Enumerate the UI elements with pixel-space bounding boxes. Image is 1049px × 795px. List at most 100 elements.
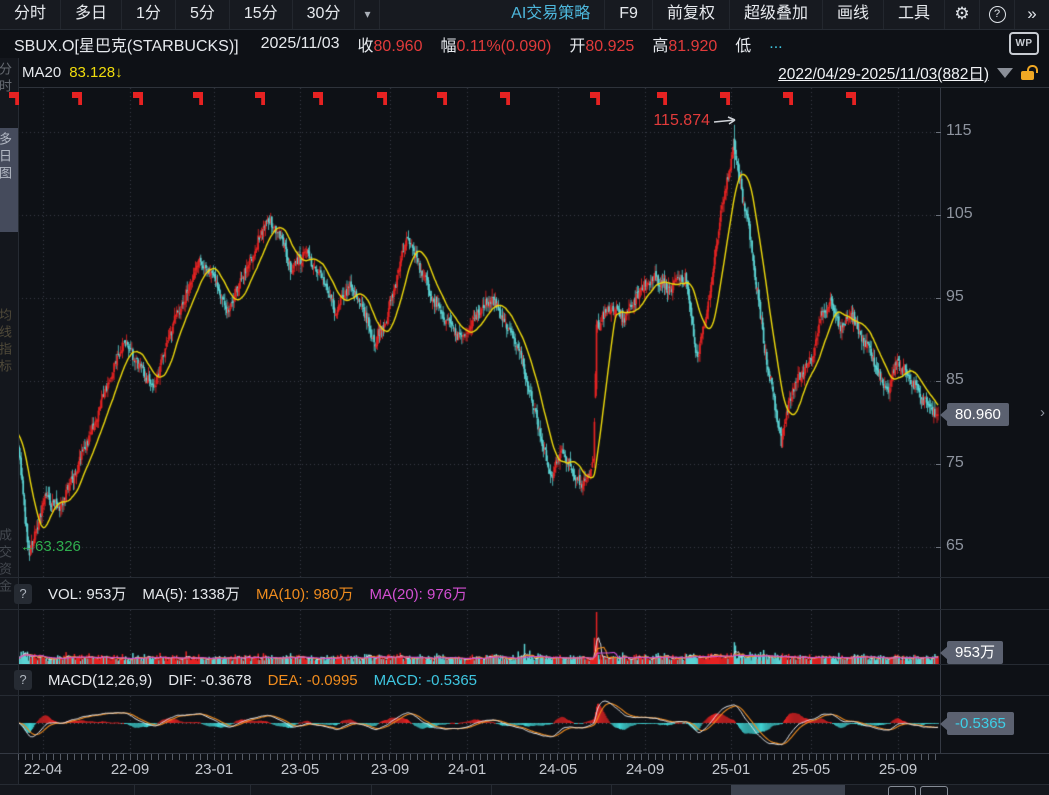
low-annotation: ←63.326 — [20, 538, 81, 555]
toolbar-item-5分[interactable]: 5分 — [176, 0, 230, 29]
macd-dea: DEA: -0.0995 — [268, 672, 358, 689]
price-tick-mark — [936, 381, 941, 382]
divider — [0, 664, 1049, 665]
macd-dif: DIF: -0.3678 — [168, 672, 251, 689]
symbol-name[interactable]: SBUX.O[星巴克(STARBUCKS)] — [14, 32, 239, 56]
top-toolbar: 分时多日1分5分15分30分 ▾ AI交易策略F9前复权超级叠加画线工具 ⚙ ?… — [0, 0, 1049, 30]
price-tick-label: 65 — [946, 537, 964, 555]
macd-label: MACD(12,26,9) — [48, 672, 152, 689]
toolbar-item-15分[interactable]: 15分 — [230, 0, 293, 29]
x-axis-label: 23-05 — [281, 761, 319, 778]
toolbar-item-1分[interactable]: 1分 — [122, 0, 176, 29]
scrollbar-segment-border — [250, 785, 251, 795]
collapse-right-chevron[interactable]: › — [1040, 404, 1045, 421]
scrollbar-segment-border — [371, 785, 372, 795]
trading-app-window: 分时多日1分5分15分30分 ▾ AI交易策略F9前复权超级叠加画线工具 ⚙ ?… — [0, 0, 1049, 795]
date-range-selector[interactable]: 2022/04/29-2025/11/03(882日) — [778, 62, 989, 84]
volume-header: ? VOL: 953万 MA(5): 1338万 MA(10): 980万 MA… — [0, 579, 1049, 608]
change-label: 幅 — [440, 38, 456, 55]
scrollbar-zoom-out-button[interactable] — [888, 786, 916, 795]
volume-ma20: MA(20): 976万 — [369, 583, 467, 604]
toolbar-item-分时[interactable]: 分时 — [0, 0, 61, 29]
price-tick-label: 115 — [946, 122, 972, 140]
divider — [0, 609, 1049, 610]
more-button[interactable]: » — [1015, 0, 1049, 29]
toolbar-item-工具[interactable]: 工具 — [884, 0, 945, 29]
price-tick-label: 85 — [946, 371, 964, 389]
x-axis-label: 25-09 — [879, 761, 917, 778]
price-tick-mark — [936, 132, 941, 133]
divider — [0, 695, 1049, 696]
macd-chart-canvas[interactable] — [18, 696, 940, 753]
last-price-badge: 80.960 — [947, 403, 1009, 426]
left-strip-glyphs: 多日图 — [0, 132, 14, 183]
x-axis-label: 24-05 — [539, 761, 577, 778]
price-tick-mark — [936, 215, 941, 216]
macd-help-button[interactable]: ? — [14, 670, 32, 690]
toolbar-item-画线[interactable]: 画线 — [823, 0, 884, 29]
x-axis-ticks — [18, 754, 940, 760]
indicator-bar: MA20 83.128↓ 2022/04/29-2025/11/03(882日) — [0, 58, 1049, 88]
scrollbar-segment-border — [134, 785, 135, 795]
high-label: 高 — [652, 38, 668, 55]
low-label: 低 — [735, 32, 751, 56]
high-annotation: 115.874 — [560, 112, 710, 130]
toolbar-item-超级叠加[interactable]: 超级叠加 — [730, 0, 823, 29]
quote-date: 2025/11/03 — [261, 35, 340, 53]
candlestick-chart-canvas[interactable] — [18, 88, 940, 577]
unlock-icon[interactable] — [1021, 65, 1035, 80]
help-button[interactable]: ? — [980, 0, 1015, 29]
macd-header: ? MACD(12,26,9) DIF: -0.3678 DEA: -0.099… — [0, 666, 1049, 694]
toolbar-item-AI交易策略[interactable]: AI交易策略 — [497, 0, 605, 29]
scrollbar-segment-border — [611, 785, 612, 795]
toolbar-spacer — [380, 0, 497, 29]
volume-help-button[interactable]: ? — [14, 584, 32, 604]
settings-button[interactable]: ⚙ — [945, 0, 980, 29]
x-axis-label: 25-01 — [712, 761, 750, 778]
price-tick-mark — [936, 298, 941, 299]
x-axis-label: 24-01 — [448, 761, 486, 778]
toolbar-item-30分[interactable]: 30分 — [293, 0, 356, 29]
left-strip-glyphs: 均线指标 — [0, 308, 14, 376]
x-axis-label: 22-09 — [111, 761, 149, 778]
scrollbar-thumb[interactable] — [731, 785, 845, 795]
high-value: 81.920 — [668, 38, 717, 55]
double-chevron-icon: » — [1027, 4, 1036, 23]
price-tick-label: 75 — [946, 454, 964, 472]
x-axis-label: 24-09 — [626, 761, 664, 778]
open-value: 80.925 — [585, 38, 634, 55]
volume-value: VOL: 953万 — [48, 583, 126, 604]
x-axis-label: 22-04 — [24, 761, 62, 778]
close-value: 80.960 — [374, 38, 423, 55]
toolbar-item-多日[interactable]: 多日 — [61, 0, 122, 29]
price-tick-label: 95 — [946, 288, 964, 306]
price-tick-label: 105 — [946, 205, 973, 223]
wp-icon[interactable]: WP — [1009, 32, 1039, 55]
high-annotation-arrow — [713, 112, 743, 130]
price-tick-mark — [936, 547, 941, 548]
change-value: 0.11%(0.090) — [456, 38, 551, 55]
scrollbar-zoom-in-button[interactable] — [920, 786, 948, 795]
volume-chart-canvas[interactable] — [18, 610, 940, 664]
quote-bar: SBUX.O[星巴克(STARBUCKS)] 2025/11/03 收80.96… — [0, 29, 1049, 58]
toolbar-item-前复权[interactable]: 前复权 — [653, 0, 730, 29]
divider — [0, 577, 1049, 578]
price-tick-mark — [936, 464, 941, 465]
open-label: 开 — [569, 38, 585, 55]
ma20-label: MA20 — [22, 64, 61, 81]
macd-value: MACD: -0.5365 — [374, 672, 477, 689]
help-icon: ? — [989, 6, 1006, 23]
ma20-value: 83.128↓ — [69, 64, 122, 81]
toolbar-item-F9[interactable]: F9 — [605, 0, 653, 29]
x-axis-label: 25-05 — [792, 761, 830, 778]
triangle-down-icon[interactable] — [997, 68, 1013, 78]
x-axis-label: 23-09 — [371, 761, 409, 778]
quote-overflow-ellipsis[interactable]: ... — [769, 35, 782, 53]
volume-badge: 953万 — [947, 641, 1003, 664]
scrollbar-segment-border — [491, 785, 492, 795]
x-axis-label: 23-01 — [195, 761, 233, 778]
left-strip-glyphs: 分时 — [0, 62, 14, 96]
macd-badge: -0.5365 — [947, 712, 1014, 735]
gear-icon: ⚙ — [954, 4, 969, 23]
chevron-down-icon[interactable]: ▾ — [355, 0, 380, 29]
